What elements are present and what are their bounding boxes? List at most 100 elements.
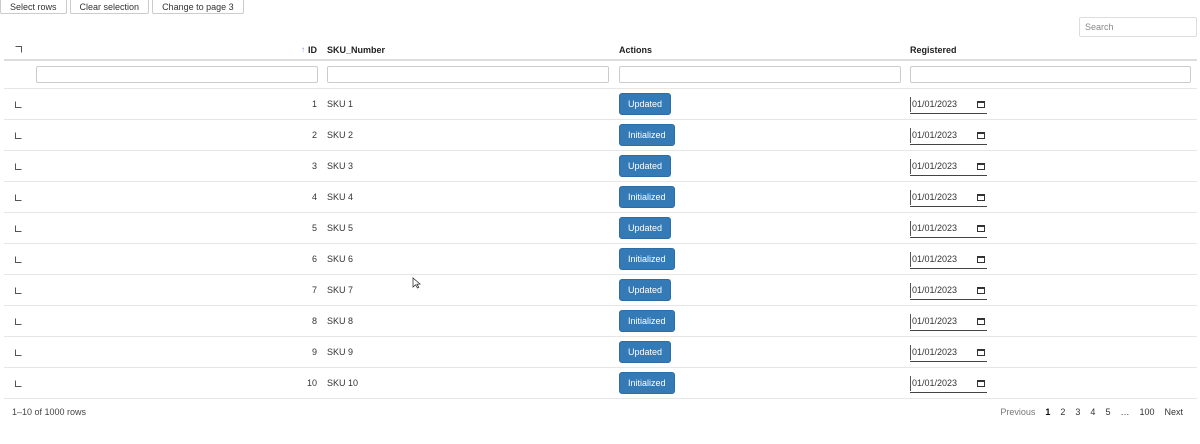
date-value: 01/01/2023 [912, 130, 958, 140]
row-checkbox[interactable] [14, 348, 22, 356]
row-checkbox[interactable] [14, 224, 22, 232]
registered-cell: 01/01/2023 [910, 306, 1197, 336]
date-input[interactable]: 01/01/2023 [910, 312, 987, 331]
date-input[interactable]: 01/01/2023 [910, 374, 987, 393]
sku-value: SKU 7 [327, 285, 354, 295]
column-header-actions[interactable]: Actions [619, 40, 904, 59]
search-input[interactable] [1079, 17, 1197, 37]
table-row[interactable]: 7 SKU 7 Updated 01/01/2023 [4, 275, 1197, 306]
column-header-id-label: ID [308, 44, 317, 55]
id-value: 2 [311, 130, 317, 140]
table-row[interactable]: 4 SKU 4 Initialized 01/01/2023 [4, 182, 1197, 213]
registered-cell: 01/01/2023 [910, 213, 1197, 243]
registered-cell: 01/01/2023 [910, 337, 1197, 367]
actions-cell: Updated [619, 337, 904, 367]
table-row[interactable]: 5 SKU 5 Updated 01/01/2023 [4, 213, 1197, 244]
row-checkbox[interactable] [14, 255, 22, 263]
date-input[interactable]: 01/01/2023 [910, 343, 987, 362]
filter-input-sku[interactable] [327, 66, 609, 83]
table-row[interactable]: 8 SKU 8 Initialized 01/01/2023 [4, 306, 1197, 337]
column-header-sku-label: SKU_Number [327, 44, 386, 55]
clear-selection-button[interactable]: Clear selection [69, 0, 150, 14]
row-checkbox[interactable] [14, 379, 22, 387]
row-checkbox[interactable] [14, 131, 22, 139]
pagination-ellipsis: … [1120, 407, 1130, 417]
status-action-button[interactable]: Updated [619, 217, 672, 239]
column-header-id[interactable]: ↑ ID [34, 40, 319, 59]
calendar-icon[interactable] [977, 379, 985, 387]
column-header-sku[interactable]: SKU_Number [327, 40, 612, 59]
status-action-button[interactable]: Initialized [619, 372, 675, 394]
filter-input-id[interactable] [36, 66, 318, 83]
date-input[interactable]: 01/01/2023 [910, 250, 987, 269]
calendar-icon[interactable] [977, 286, 985, 294]
calendar-icon[interactable] [977, 131, 985, 139]
status-action-button[interactable]: Initialized [619, 310, 675, 332]
calendar-icon[interactable] [977, 162, 985, 170]
status-action-button[interactable]: Initialized [619, 186, 675, 208]
table-row[interactable]: 9 SKU 9 Updated 01/01/2023 [4, 337, 1197, 368]
table-row[interactable]: 2 SKU 2 Initialized 01/01/2023 [4, 120, 1197, 151]
status-action-button[interactable]: Updated [619, 155, 672, 177]
page-link[interactable]: 5 [1100, 405, 1115, 419]
table-row[interactable]: 3 SKU 3 Updated 01/01/2023 [4, 151, 1197, 182]
mouse-cursor-icon [412, 277, 422, 289]
page-link[interactable]: 3 [1070, 405, 1085, 419]
registered-cell: 01/01/2023 [910, 151, 1197, 181]
status-action-button[interactable]: Initialized [619, 248, 675, 270]
select-all-checkbox[interactable] [14, 46, 22, 53]
registered-cell: 01/01/2023 [910, 275, 1197, 305]
sort-ascending-icon: ↑ [301, 45, 305, 54]
calendar-icon[interactable] [977, 224, 985, 232]
status-action-button[interactable]: Updated [619, 93, 672, 115]
calendar-icon[interactable] [977, 100, 985, 108]
id-value: 10 [306, 378, 317, 388]
sku-value: SKU 1 [327, 99, 354, 109]
sku-cell: SKU 3 [327, 151, 612, 181]
date-value: 01/01/2023 [912, 378, 958, 388]
table-row[interactable]: 6 SKU 6 Initialized 01/01/2023 [4, 244, 1197, 275]
column-header-registered-label: Registered [910, 44, 957, 55]
date-value: 01/01/2023 [912, 223, 958, 233]
date-input[interactable]: 01/01/2023 [910, 219, 987, 238]
id-cell: 7 [34, 275, 319, 305]
filter-input-actions[interactable] [619, 66, 901, 83]
date-input[interactable]: 01/01/2023 [910, 281, 987, 300]
status-action-button[interactable]: Initialized [619, 124, 675, 146]
date-value: 01/01/2023 [912, 161, 958, 171]
page-link[interactable]: 4 [1085, 405, 1100, 419]
date-input[interactable]: 01/01/2023 [910, 95, 987, 114]
previous-page-link[interactable]: Previous [995, 405, 1040, 419]
row-checkbox[interactable] [14, 286, 22, 294]
calendar-icon[interactable] [977, 193, 985, 201]
row-checkbox[interactable] [14, 317, 22, 325]
page-link[interactable]: 100 [1134, 405, 1159, 419]
calendar-icon[interactable] [977, 348, 985, 356]
row-select-cell [4, 306, 32, 336]
row-select-cell [4, 213, 32, 243]
row-checkbox[interactable] [14, 100, 22, 108]
filter-input-registered[interactable] [910, 66, 1191, 83]
column-header-registered[interactable]: Registered [910, 40, 1197, 59]
select-rows-button[interactable]: Select rows [0, 0, 67, 14]
sku-cell: SKU 4 [327, 182, 612, 212]
row-checkbox[interactable] [14, 162, 22, 170]
status-action-button[interactable]: Updated [619, 279, 672, 301]
table-row[interactable]: 10 SKU 10 Initialized 01/01/2023 [4, 368, 1197, 399]
date-input[interactable]: 01/01/2023 [910, 126, 987, 145]
sku-value: SKU 5 [327, 223, 354, 233]
filter-cell-sku [327, 61, 612, 88]
table-row[interactable]: 1 SKU 1 Updated 01/01/2023 [4, 89, 1197, 120]
calendar-icon[interactable] [977, 255, 985, 263]
change-page-button[interactable]: Change to page 3 [152, 0, 244, 14]
calendar-icon[interactable] [977, 317, 985, 325]
page-link[interactable]: 1 [1040, 405, 1055, 419]
actions-cell: Updated [619, 151, 904, 181]
actions-cell: Initialized [619, 182, 904, 212]
row-checkbox[interactable] [14, 193, 22, 201]
next-page-link[interactable]: Next [1159, 405, 1188, 419]
page-link[interactable]: 2 [1055, 405, 1070, 419]
date-input[interactable]: 01/01/2023 [910, 188, 987, 207]
status-action-button[interactable]: Updated [619, 341, 672, 363]
date-input[interactable]: 01/01/2023 [910, 157, 987, 176]
